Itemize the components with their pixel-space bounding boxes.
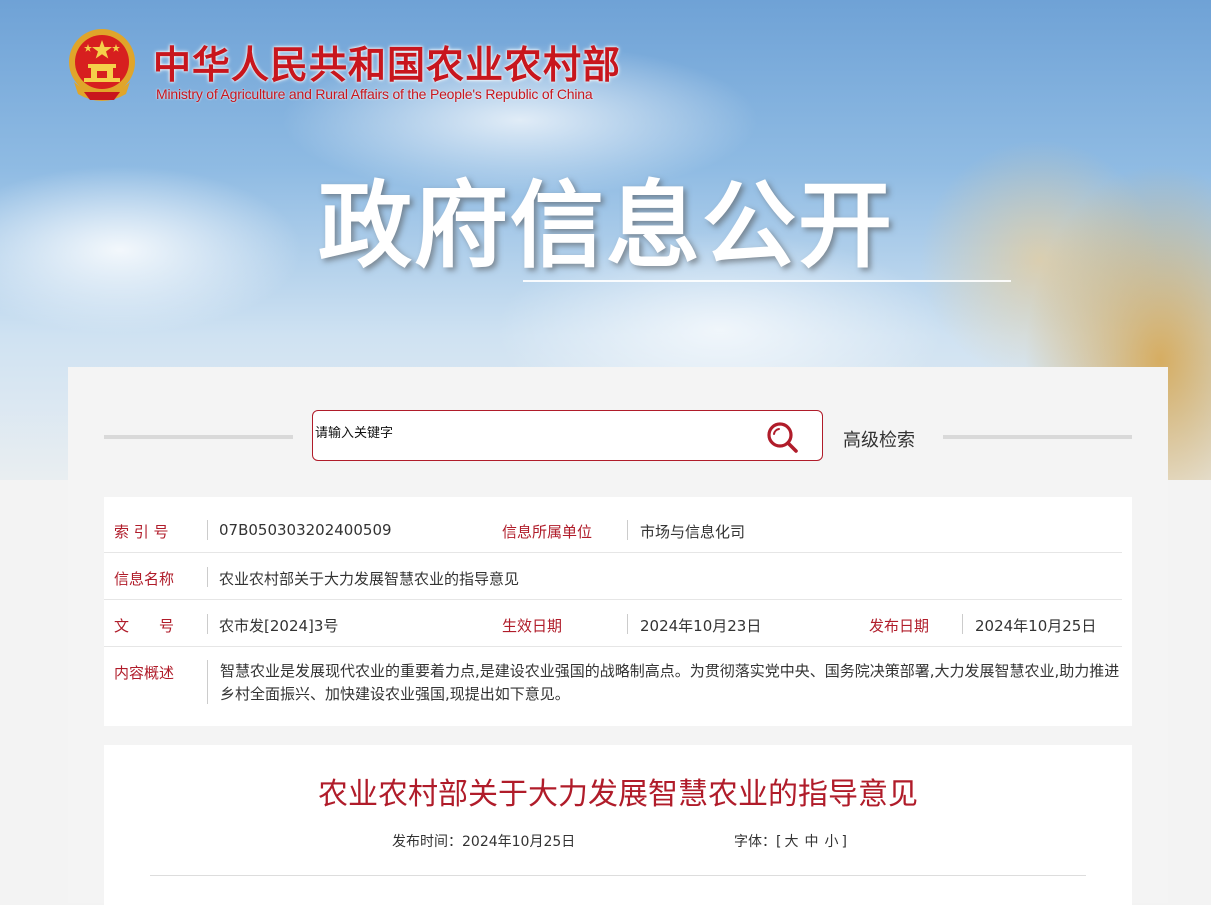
document-title: 农业农村部关于大力发展智慧农业的指导意见 [318, 777, 918, 812]
site-subtitle: Ministry of Agriculture and Rural Affair… [156, 86, 593, 102]
font-size-large-button[interactable]: 大 [784, 834, 798, 850]
site-title[interactable]: 中华人民共和国农业农村部 [153, 34, 621, 89]
document-header-divider [150, 875, 1086, 876]
meta-divider [207, 660, 208, 704]
publish-date-label: 发布日期 [869, 617, 930, 635]
meta-row-name: 信息名称 农业农村部关于大力发展智慧农业的指导意见 [104, 553, 1132, 600]
effective-date-value: 2024年10月23日 [640, 617, 762, 635]
font-size-selector: 字体：[大中小] [734, 831, 847, 851]
meta-divider [207, 520, 208, 540]
document-body: 农业农村部关于大力发展智慧农业的指导意见 发布时间：2024年10月25日 字体… [104, 745, 1132, 905]
font-bracket-open: [ [776, 834, 782, 850]
font-bracket-close: ] [841, 834, 847, 850]
search-decor-line-left [104, 435, 293, 439]
publish-time-label: 发布时间： [392, 834, 462, 850]
summary-text: 智慧农业是发展现代农业的重要着力点,是建设农业强国的战略制高点。为贯彻落实党中央… [220, 662, 1120, 703]
advanced-search-link[interactable]: 高级检索 [843, 426, 915, 452]
publish-time: 发布时间：2024年10月25日 [392, 831, 575, 851]
summary-label: 内容概述 [114, 664, 175, 682]
banner-divider [523, 280, 1011, 282]
search-input[interactable] [315, 426, 745, 441]
font-size-label: 字体： [734, 834, 776, 850]
search-decor-line-right [943, 435, 1132, 439]
national-emblem-icon[interactable] [64, 26, 140, 104]
meta-divider [627, 614, 628, 634]
meta-divider [207, 614, 208, 634]
publish-time-value: 2024年10月25日 [462, 834, 576, 850]
info-name-label: 信息名称 [114, 570, 175, 588]
banner-title: 政府信息公开 [318, 172, 895, 281]
effective-date-label: 生效日期 [502, 617, 563, 635]
document-metadata-table: 索 引 号 07B050303202400509 信息所属单位 市场与信息化司 … [104, 497, 1132, 726]
info-name-value: 农业农村部关于大力发展智慧农业的指导意见 [219, 570, 520, 588]
content-card: 高级检索 索 引 号 07B050303202400509 信息所属单位 市场与… [68, 367, 1168, 905]
owner-unit-label: 信息所属单位 [502, 523, 593, 541]
index-number-value: 07B050303202400509 [219, 521, 392, 539]
doc-number-value: 农市发[2024]3号 [219, 617, 339, 635]
meta-row-docno: 文 号 农市发[2024]3号 生效日期 2024年10月23日 发布日期 20… [104, 600, 1132, 647]
owner-unit-value: 市场与信息化司 [640, 523, 746, 541]
search-icon[interactable] [765, 420, 799, 454]
meta-row-index: 索 引 号 07B050303202400509 信息所属单位 市场与信息化司 [104, 497, 1132, 553]
index-number-label: 索 引 号 [114, 523, 169, 541]
meta-divider [962, 614, 963, 634]
font-size-medium-button[interactable]: 中 [804, 834, 818, 850]
search-box [312, 410, 823, 461]
meta-divider [627, 520, 628, 540]
font-size-small-button[interactable]: 小 [824, 834, 838, 850]
row-separator [104, 646, 1122, 647]
meta-divider [207, 567, 208, 587]
publish-date-value: 2024年10月25日 [975, 617, 1097, 635]
doc-number-label: 文 号 [114, 617, 175, 635]
